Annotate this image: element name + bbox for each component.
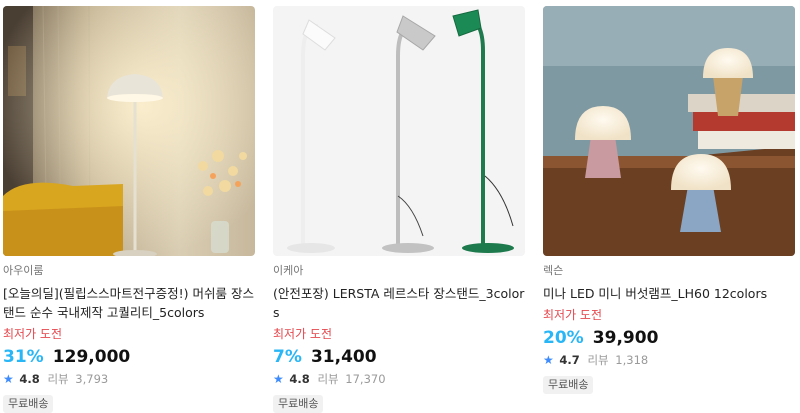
price: 39,900 — [592, 328, 659, 348]
rating-score: 4.8 — [19, 372, 40, 386]
lowest-price-label: 최저가 도전 — [273, 327, 333, 341]
brand-name: 이케아 — [273, 264, 304, 277]
rating-row: ★ 4.8 리뷰 17,370 — [273, 371, 525, 387]
rating-row: ★ 4.7 리뷰 1,318 — [543, 352, 795, 368]
review-label: 리뷰 — [47, 372, 69, 386]
star-icon: ★ — [543, 353, 554, 367]
product-title[interactable]: [오늘의딜](필립스스마트전구증정!) 머쉬룸 장스탠드 순수 국내제작 고퀄리… — [3, 284, 255, 322]
review-label: 리뷰 — [587, 353, 609, 367]
review-count: 1,318 — [615, 353, 649, 367]
free-shipping-badge: 무료배송 — [273, 395, 324, 413]
rating-row: ★ 4.8 리뷰 3,793 — [3, 371, 255, 387]
review-count: 17,370 — [345, 372, 386, 386]
review-label: 리뷰 — [317, 372, 339, 386]
lowest-price-label: 최저가 도전 — [3, 327, 63, 341]
review-count: 3,793 — [75, 372, 109, 386]
price-row: 31% 129,000 — [3, 346, 255, 368]
brand-name: 아우이룸 — [3, 264, 44, 277]
free-shipping-badge: 무료배송 — [543, 376, 594, 394]
rating-score: 4.8 — [289, 372, 310, 386]
discount-rate: 7% — [273, 347, 302, 367]
product-card[interactable]: 이케아 (안전포장) LERSTA 레르스타 장스탠드_3colors 최저가 … — [273, 6, 525, 413]
price-row: 7% 31,400 — [273, 346, 525, 368]
discount-rate: 20% — [543, 328, 584, 348]
lowest-price-label: 최저가 도전 — [543, 308, 603, 322]
brand-name: 렉슨 — [543, 264, 564, 277]
product-image[interactable] — [3, 6, 255, 256]
star-icon: ★ — [273, 372, 284, 386]
product-title[interactable]: 미나 LED 미니 버섯램프_LH60 12colors — [543, 284, 795, 303]
product-image[interactable] — [273, 6, 525, 256]
free-shipping-badge: 무료배송 — [3, 395, 54, 413]
price: 129,000 — [52, 347, 131, 367]
price: 31,400 — [310, 347, 377, 367]
product-title[interactable]: (안전포장) LERSTA 레르스타 장스탠드_3colors — [273, 284, 525, 322]
rating-score: 4.7 — [559, 353, 580, 367]
star-icon: ★ — [3, 372, 14, 386]
price-row: 20% 39,900 — [543, 327, 795, 349]
discount-rate: 31% — [3, 347, 44, 367]
product-card[interactable]: 아우이룸 [오늘의딜](필립스스마트전구증정!) 머쉬룸 장스탠드 순수 국내제… — [3, 6, 255, 413]
product-grid: 아우이룸 [오늘의딜](필립스스마트전구증정!) 머쉬룸 장스탠드 순수 국내제… — [0, 0, 800, 413]
product-image[interactable] — [543, 6, 795, 256]
product-card[interactable]: 렉슨 미나 LED 미니 버섯램프_LH60 12colors 최저가 도전 2… — [543, 6, 795, 394]
